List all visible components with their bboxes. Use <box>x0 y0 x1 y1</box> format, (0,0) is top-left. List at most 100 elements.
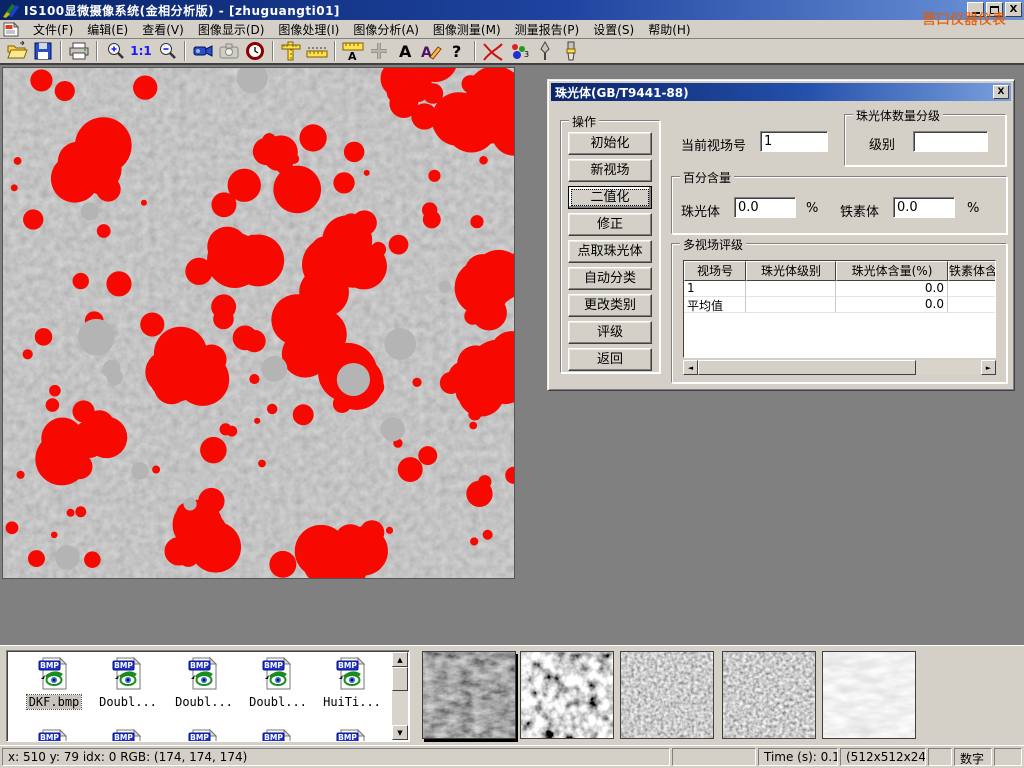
file-name: Doubl... <box>97 695 159 709</box>
metallograph-image[interactable] <box>2 67 515 579</box>
file-item[interactable]: BMP Doubl... <box>241 655 315 709</box>
curve-tool-button[interactable] <box>480 40 506 63</box>
maximize-button[interactable] <box>986 2 1003 17</box>
current-field-input[interactable] <box>760 131 828 152</box>
ferrite-label: 铁素体 <box>840 201 879 220</box>
zoom-in-button[interactable] <box>102 40 128 63</box>
file-item[interactable]: BMP HuiTi... <box>315 655 389 709</box>
menu-edit[interactable]: 编辑(E) <box>80 19 135 40</box>
measure-label-button[interactable]: A <box>340 40 366 63</box>
binarize-button[interactable]: 二值化 <box>568 186 652 209</box>
file-vscrollbar[interactable]: ▲ ▼ <box>392 652 408 740</box>
zoom-out-button[interactable] <box>154 40 180 63</box>
pointer-pen-button[interactable] <box>532 40 558 63</box>
close-button[interactable]: X <box>1005 2 1022 17</box>
fill-brush-button[interactable] <box>558 40 584 63</box>
file-item[interactable]: BMP <box>241 727 315 742</box>
svg-text:A: A <box>399 42 412 61</box>
scroll-left-button[interactable]: ◄ <box>683 360 698 375</box>
menu-view[interactable]: 查看(V) <box>135 19 191 40</box>
ferrite-percent-input[interactable] <box>893 197 955 218</box>
scroll-right-button[interactable]: ► <box>981 360 996 375</box>
file-name: DKF.bmp <box>27 695 82 709</box>
table-row[interactable]: 1 0.0 <box>684 281 995 297</box>
thumbnail-5[interactable] <box>822 651 916 739</box>
file-item[interactable]: BMP Doubl... <box>91 655 165 709</box>
init-button[interactable]: 初始化 <box>568 132 652 155</box>
correct-button[interactable]: 修正 <box>568 213 652 236</box>
pearlite-percent-input[interactable] <box>734 197 796 218</box>
ferrite-unit: % <box>967 201 979 216</box>
text-edit-icon: A <box>420 41 442 61</box>
thumbnail-1[interactable] <box>422 651 516 739</box>
zoom-out-icon <box>157 41 177 61</box>
file-item[interactable]: BMP <box>315 727 389 742</box>
file-item[interactable]: BMP <box>167 727 241 742</box>
scroll-up-button[interactable]: ▲ <box>392 652 408 667</box>
svg-text:BMP: BMP <box>264 733 283 742</box>
move-button[interactable] <box>366 40 392 63</box>
col-pearlite-grade: 珠光体级别 <box>746 261 836 281</box>
scroll-down-button[interactable]: ▼ <box>392 725 408 740</box>
vscroll-thumb[interactable] <box>392 667 408 691</box>
ruler-button[interactable] <box>304 40 330 63</box>
dotted-ruler-icon <box>305 42 329 60</box>
pick-pearlite-button[interactable]: 点取珠光体 <box>568 240 652 263</box>
toolbar-separator <box>474 41 476 61</box>
bmp-file-icon: BMP <box>334 727 370 742</box>
classify-phases-button[interactable]: 3 <box>506 40 532 63</box>
file-item[interactable]: BMP DKF.bmp <box>17 655 91 709</box>
save-button[interactable] <box>30 40 56 63</box>
menu-bar: 文件(F) 编辑(E) 查看(V) 图像显示(D) 图像处理(I) 图像分析(A… <box>0 20 1024 39</box>
menu-image-analysis[interactable]: 图像分析(A) <box>346 19 426 40</box>
return-button[interactable]: 返回 <box>568 348 652 371</box>
auto-classify-button[interactable]: 自动分类 <box>568 267 652 290</box>
grade-button[interactable]: 评级 <box>568 321 652 344</box>
minimize-button[interactable] <box>967 2 984 17</box>
print-button[interactable] <box>66 40 92 63</box>
level-input[interactable] <box>913 131 988 152</box>
scroll-down-icon: ▼ <box>397 729 402 737</box>
save-floppy-icon <box>33 41 53 61</box>
table-row[interactable]: 平均值 0.0 <box>684 297 995 313</box>
thumbnail-3[interactable] <box>620 651 714 739</box>
dialog-close-button[interactable]: X <box>993 85 1009 99</box>
new-field-button[interactable]: 新视场 <box>568 159 652 182</box>
file-browser[interactable]: BMP DKF.bmp BMP Doubl... BMP Doubl... BM… <box>6 650 410 742</box>
menu-measure-report[interactable]: 测量报告(P) <box>508 19 587 40</box>
menu-help[interactable]: 帮助(H) <box>641 19 697 40</box>
menu-image-measure[interactable]: 图像测量(M) <box>426 19 508 40</box>
dialog-title-bar[interactable]: 珠光体(GB/T9441-88) X <box>551 83 1011 101</box>
pearlite-unit: % <box>806 201 818 216</box>
camera-button[interactable] <box>216 40 242 63</box>
menu-image-display[interactable]: 图像显示(D) <box>191 19 272 40</box>
file-item[interactable]: BMP Doubl... <box>167 655 241 709</box>
table-hscrollbar[interactable]: ◄ ► <box>683 360 996 375</box>
caliper-button[interactable] <box>278 40 304 63</box>
file-item[interactable]: BMP <box>17 727 91 742</box>
maximize-icon <box>990 6 999 14</box>
grading-table[interactable]: 视场号 珠光体级别 珠光体含量(%) 铁素体含量(%) 1 0.0 平均值 0.… <box>683 260 996 358</box>
menu-file[interactable]: 文件(F) <box>26 19 80 40</box>
multi-field-group-label: 多视场评级 <box>680 236 746 253</box>
menu-settings[interactable]: 设置(S) <box>586 19 641 40</box>
actual-size-button[interactable]: 1:1 <box>128 40 154 63</box>
status-empty-1 <box>672 748 756 766</box>
menu-image-processing[interactable]: 图像处理(I) <box>271 19 346 40</box>
video-capture-button[interactable] <box>190 40 216 63</box>
svg-text:BMP: BMP <box>190 661 209 670</box>
cell-pearlite-content: 0.0 <box>836 281 948 297</box>
help-button[interactable]: ? <box>444 40 470 63</box>
hscroll-thumb[interactable] <box>698 360 916 375</box>
thumbnail-2[interactable] <box>520 651 614 739</box>
timer-button[interactable] <box>242 40 268 63</box>
text-edit-button[interactable]: A <box>418 40 444 63</box>
svg-text:BMP: BMP <box>264 661 283 670</box>
text-button[interactable]: A <box>392 40 418 63</box>
col-field-no: 视场号 <box>684 261 746 281</box>
svg-text:BMP: BMP <box>114 733 133 742</box>
file-item[interactable]: BMP <box>91 727 165 742</box>
change-class-button[interactable]: 更改类别 <box>568 294 652 317</box>
open-button[interactable] <box>4 40 30 63</box>
thumbnail-4[interactable] <box>722 651 816 739</box>
